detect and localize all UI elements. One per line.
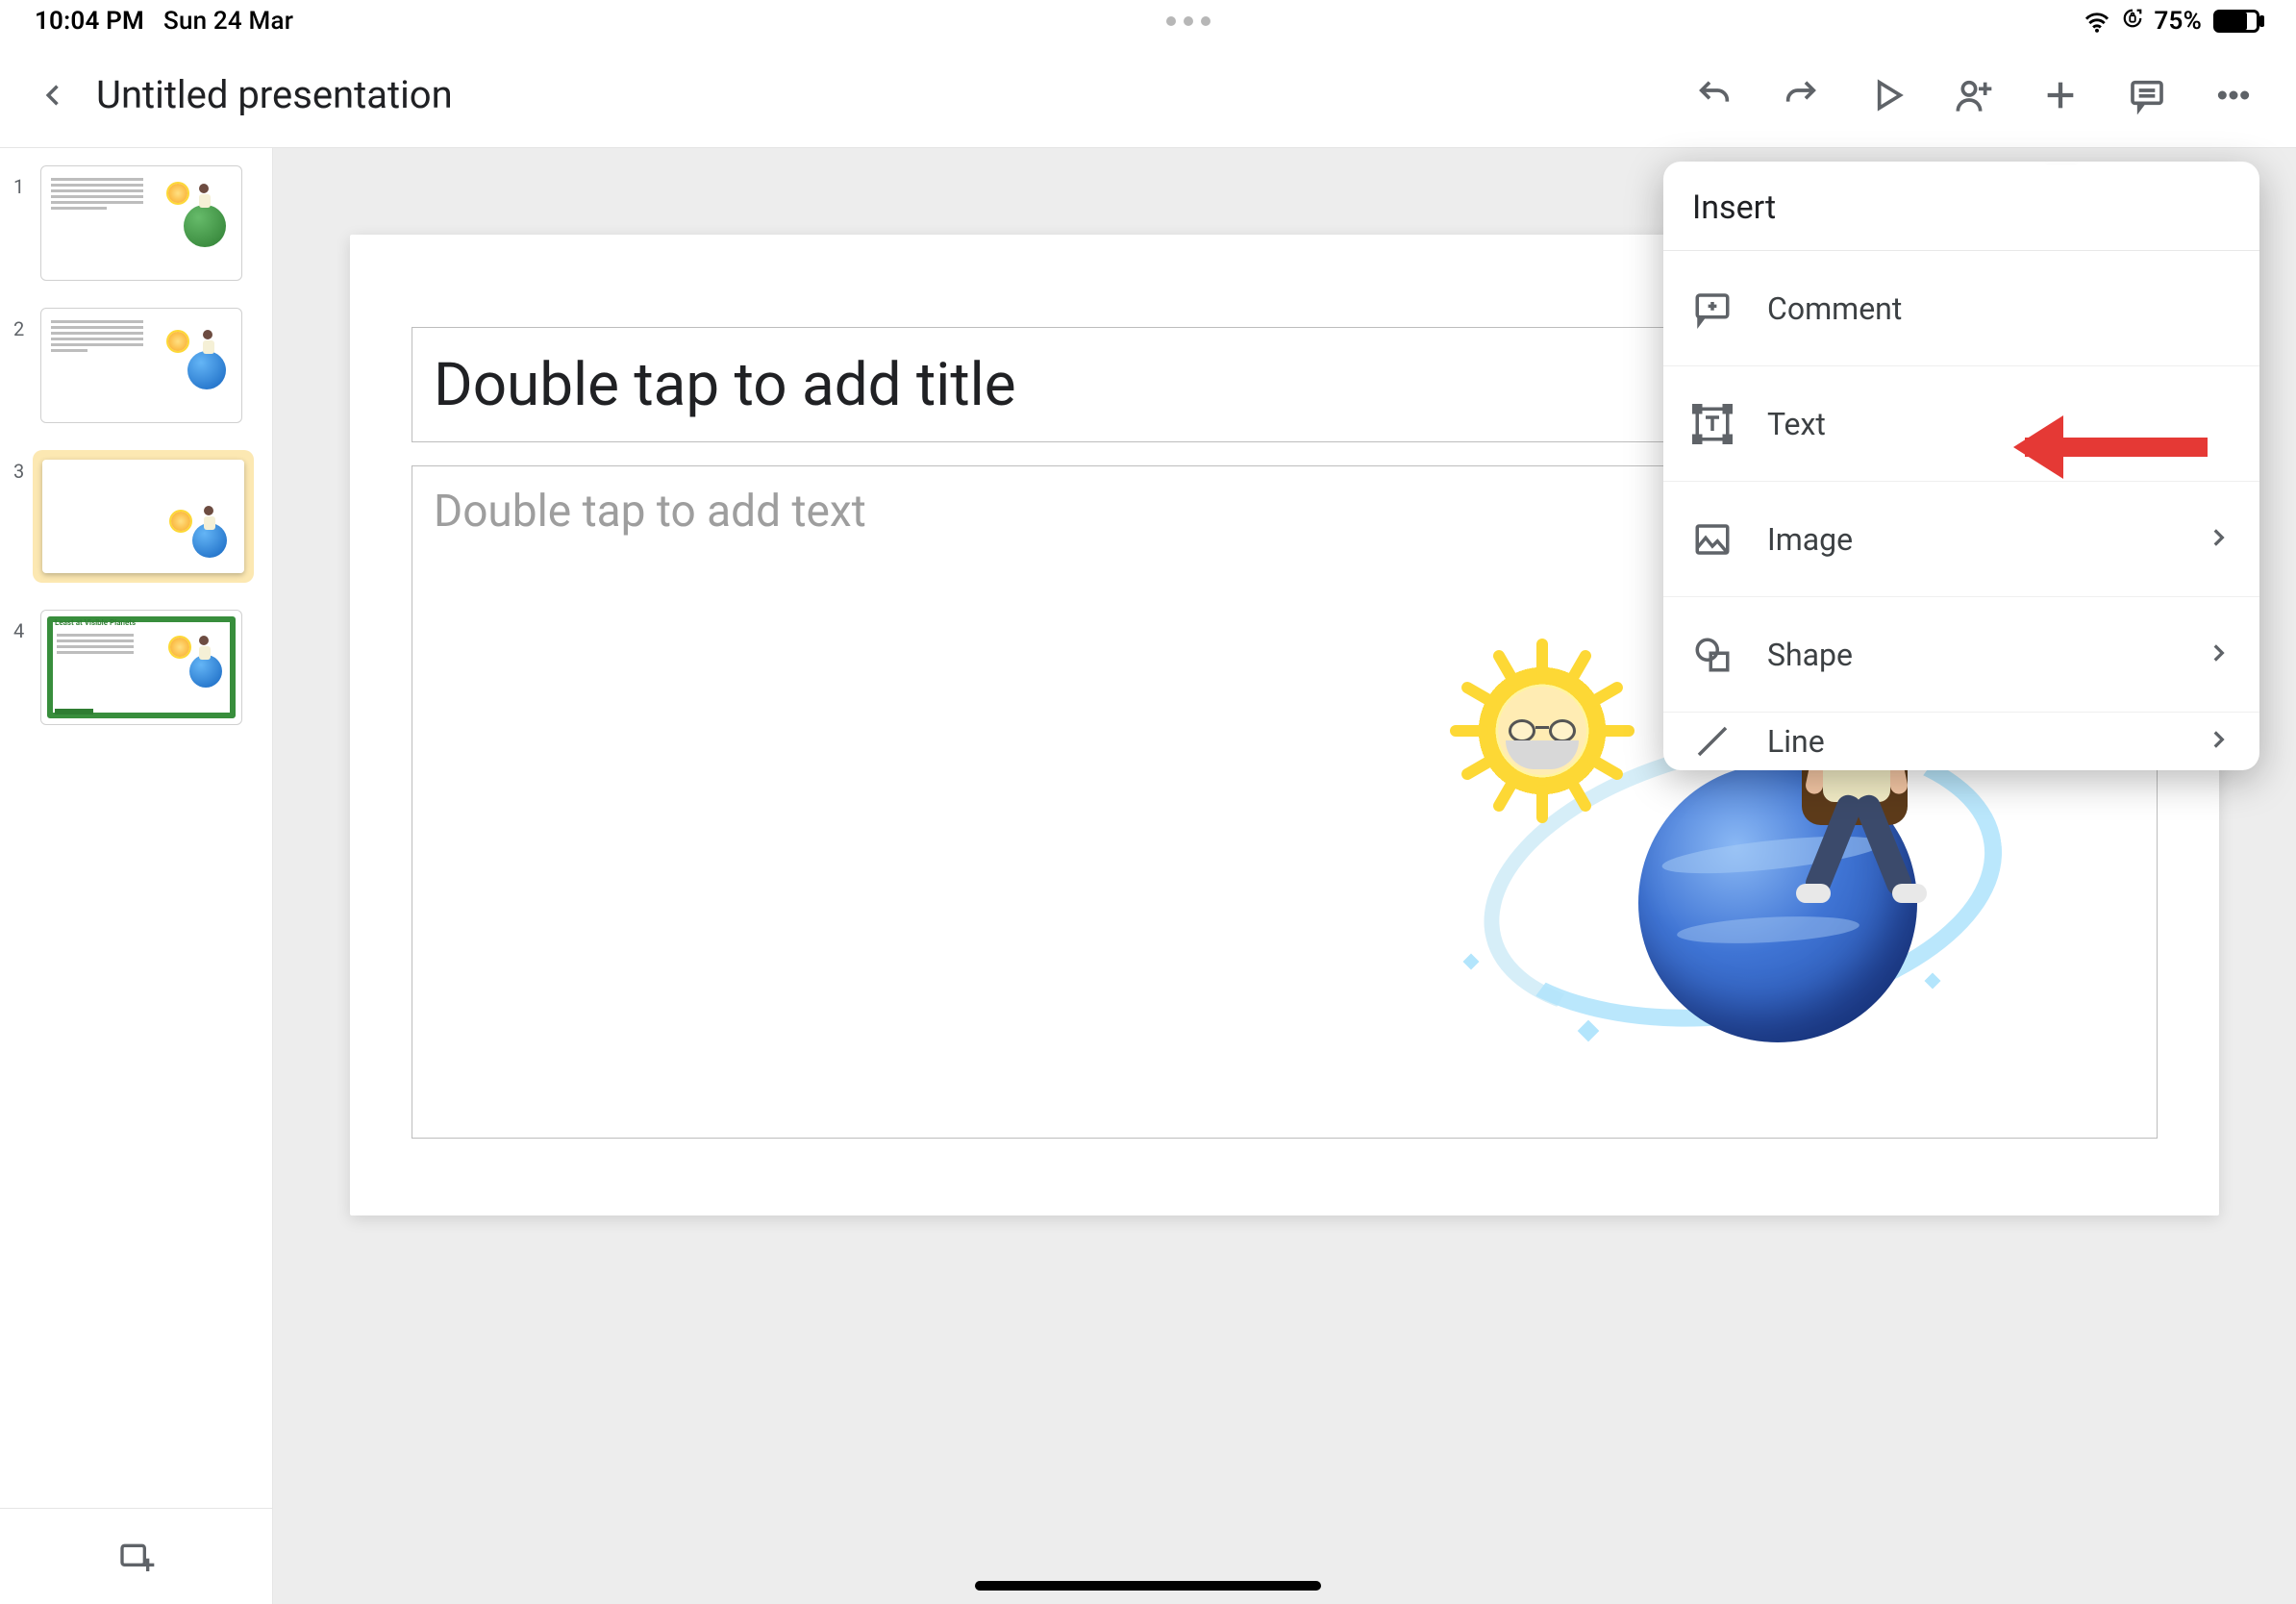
sun-character [1456, 644, 1629, 817]
document-title[interactable]: Untitled presentation [96, 72, 453, 117]
back-button[interactable] [19, 61, 88, 130]
new-slide-button[interactable] [0, 1508, 273, 1604]
image-icon [1692, 519, 1733, 560]
insert-button[interactable] [2017, 52, 2104, 138]
device-status-bar: 10:04 PM Sun 24 Mar 75% [0, 0, 2296, 42]
slide-thumbnail-4[interactable]: 4 Least at Visible Planets [13, 610, 259, 725]
slide-number: 2 [13, 308, 40, 340]
insert-line[interactable]: Line [1663, 713, 2259, 770]
status-time: 10:04 PM [35, 7, 144, 36]
home-indicator[interactable] [975, 1581, 1321, 1591]
annotation-arrow [2006, 404, 2227, 494]
share-button[interactable] [1931, 52, 2017, 138]
insert-menu-title: Insert [1663, 162, 2259, 251]
insert-comment[interactable]: Comment [1663, 251, 2259, 366]
slide-thumbnail-3[interactable]: 3 [13, 450, 259, 583]
chevron-right-icon [2206, 723, 2231, 760]
present-button[interactable] [1844, 52, 1931, 138]
comment-icon [1692, 288, 1733, 329]
menu-label: Comment [1767, 290, 2231, 327]
text-box-icon [1692, 404, 1733, 444]
redo-button[interactable] [1758, 52, 1844, 138]
slide-number: 4 [13, 610, 40, 642]
menu-label: Line [1767, 723, 2171, 760]
more-button[interactable] [2190, 52, 2277, 138]
battery-percent: 75% [2155, 7, 2203, 36]
chevron-right-icon [2206, 637, 2231, 673]
insert-image[interactable]: Image [1663, 482, 2259, 597]
menu-label: Shape [1767, 637, 2171, 673]
chevron-right-icon [2206, 521, 2231, 558]
slide-thumbnail-1[interactable]: 1 [13, 165, 259, 281]
slide-panel[interactable]: 1 2 3 4 [0, 148, 273, 1508]
battery-icon [2213, 10, 2259, 33]
slide-thumbnail-2[interactable]: 2 [13, 308, 259, 423]
menu-label: Image [1767, 521, 2171, 558]
orientation-lock-icon [2122, 7, 2143, 36]
multitask-dots[interactable] [293, 16, 2083, 26]
wifi-icon [2084, 11, 2110, 32]
status-date: Sun 24 Mar [163, 7, 293, 36]
app-header: Untitled presentation [0, 42, 2296, 148]
insert-shape[interactable]: Shape [1663, 597, 2259, 713]
line-icon [1692, 721, 1733, 762]
comments-button[interactable] [2104, 52, 2190, 138]
undo-button[interactable] [1671, 52, 1758, 138]
shape-icon [1692, 635, 1733, 675]
slide-number: 1 [13, 165, 40, 198]
